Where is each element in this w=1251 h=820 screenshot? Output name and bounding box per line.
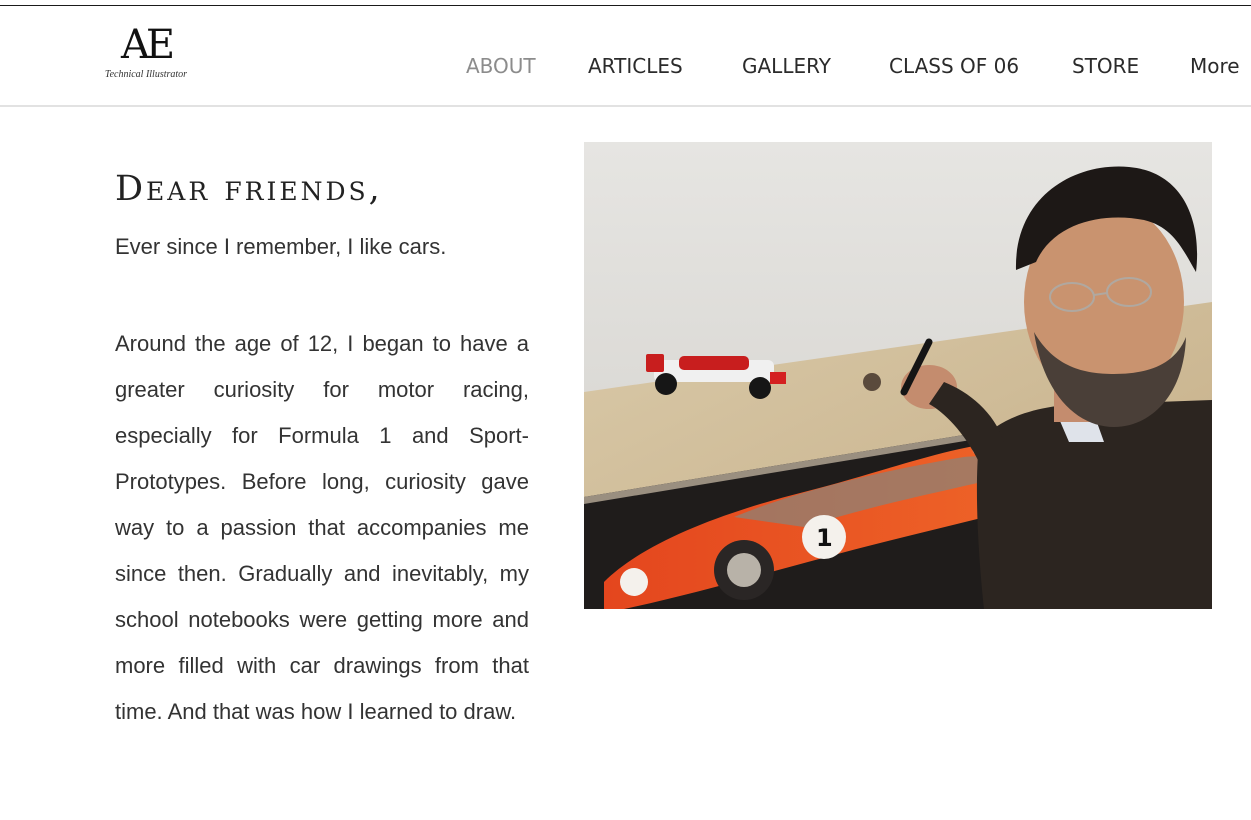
main-nav: ABOUT ARTICLES GALLERY CLASS OF 06 STORE… [0,52,1251,82]
nav-item-class-of-06[interactable]: CLASS OF 06 [889,52,1019,80]
lead-paragraph: Ever since I remember, I like cars. [115,234,447,259]
site-header: AE Technical Illustrator ABOUT ARTICLES … [0,6,1251,107]
nav-item-about[interactable]: ABOUT [466,52,536,80]
nav-item-store[interactable]: STORE [1072,52,1139,80]
nav-item-articles[interactable]: ARTICLES [588,52,683,80]
nav-item-gallery[interactable]: GALLERY [742,52,831,80]
artist-photo-illustration: 1 [584,142,1212,609]
body-paragraph: Around the age of 12, I began to have a … [115,331,529,724]
page-title: Dear friends, [115,169,383,209]
svg-text:1: 1 [816,524,833,552]
nav-item-more[interactable]: More [1190,52,1240,80]
artist-photo: 1 [584,142,1212,609]
